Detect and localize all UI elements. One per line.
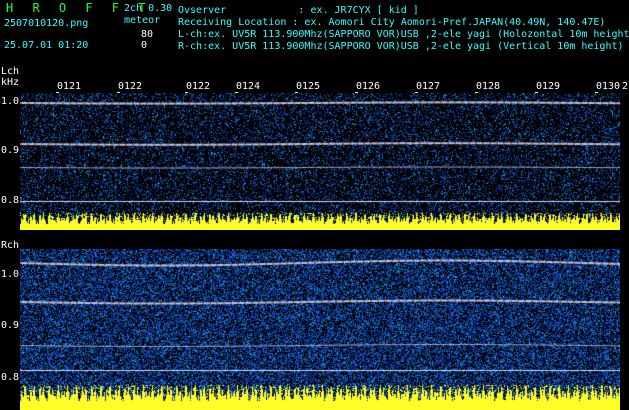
time-tick-edge: 2 (622, 81, 629, 92)
rch-label: Rch (1, 240, 20, 251)
rch-ytick-3: 0.8 (1, 372, 20, 383)
lch-ytick-3: 0.8 (1, 195, 20, 206)
meteor-count-rch: 0 (141, 40, 148, 51)
time-tick: 0122 (118, 81, 143, 92)
time-tick: 0129 (536, 81, 561, 92)
lch-spectrogram (20, 93, 620, 230)
time-tick: 0130 (596, 81, 621, 92)
lch-ytick-2: 0.9 (1, 145, 20, 156)
rch-info-line: R-ch:ex. UV5R 113.900Mhz(SAPPORO VOR)USB… (178, 41, 624, 52)
time-tick: 0128 (476, 81, 501, 92)
observer-line: Ovserver : ex. JR7CYX [ kid ] (178, 5, 419, 16)
time-tick: 0124 (236, 81, 261, 92)
file-name: 2507010120.png (4, 18, 89, 29)
date-time: 25.07.01 01:20 (4, 40, 89, 51)
time-tick: 0126 (356, 81, 381, 92)
meteor-label: meteor (124, 15, 161, 26)
location-line: Receiving Location : ex. Aomori City Aom… (178, 17, 606, 28)
time-tick: 0127 (416, 81, 441, 92)
meteor-count-lch: 80 (141, 29, 154, 40)
rch-ytick-2: 0.9 (1, 320, 20, 331)
lch-info-line: L-ch:ex. UV5R 113.900Mhz(SAPPORO VOR)USB… (178, 29, 629, 40)
lch-unit: kHz (1, 77, 20, 88)
rch-ytick-1: 1.0 (1, 269, 20, 280)
rch-spectrogram (20, 249, 620, 410)
lch-ytick-1: 1.0 (1, 96, 20, 107)
time-tick: 0125 (296, 81, 321, 92)
time-tick: 0122 (186, 81, 211, 92)
channel-info: 2ch 0.30 (124, 3, 173, 14)
lch-label: Lch (1, 66, 20, 77)
time-tick: 0121 (57, 81, 82, 92)
